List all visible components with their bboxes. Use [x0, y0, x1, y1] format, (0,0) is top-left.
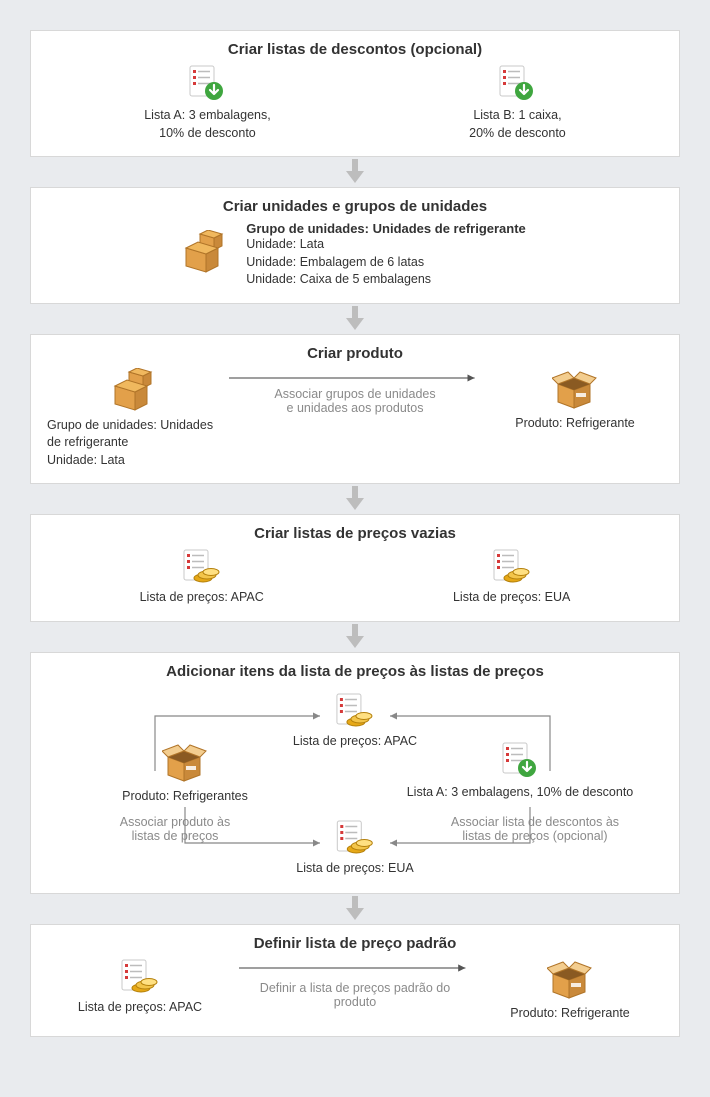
step4-right-label: Lista de preços: EUA [453, 589, 570, 607]
step5-disc-label: Lista A: 3 embalagens, 10% de desconto [395, 784, 645, 802]
arrow-right-icon [225, 368, 485, 388]
card-step-5: Adicionar itens da lista de preços às li… [30, 652, 680, 894]
card-step-6: Definir lista de preço padrão Lista de p… [30, 924, 680, 1038]
step5-title: Adicionar itens da lista de preços às li… [45, 663, 665, 680]
step5-eua-label: Lista de preços: EUA [296, 860, 413, 878]
price-list-icon [181, 548, 223, 589]
step3-title: Criar produto [45, 345, 665, 362]
step1-right: Lista B: 1 caixa, 20% de desconto [469, 64, 566, 142]
price-list-icon [334, 819, 376, 860]
step2-unit1: Unidade: Lata [246, 236, 526, 254]
price-list-icon [119, 958, 161, 999]
step3-left: Grupo de unidades: Unidades de refrigera… [45, 368, 225, 470]
card-step-4: Criar listas de preços vazias Lista de p… [30, 514, 680, 622]
connector-icon [30, 894, 680, 924]
step3-hint-1: Associar grupos de unidades [225, 387, 485, 401]
step4-left: Lista de preços: APAC [140, 548, 264, 607]
step3-right-label: Produto: Refrigerante [485, 415, 665, 433]
step4-right: Lista de preços: EUA [453, 548, 570, 607]
step1-right-line2: 20% de desconto [469, 125, 566, 143]
open-box-icon [547, 958, 593, 1005]
boxes-icon [184, 230, 228, 279]
card-step-3: Criar produto Grupo de unidades: Unidade… [30, 334, 680, 485]
connector-icon [30, 304, 680, 334]
step2-group-label: Grupo de unidades: [246, 221, 369, 236]
price-list-icon [491, 548, 533, 589]
card-step-1: Criar listas de descontos (opcional) Lis… [30, 30, 680, 157]
step6-right-label: Produto: Refrigerante [475, 1005, 665, 1023]
step6-right: Produto: Refrigerante [475, 958, 665, 1023]
discount-list-icon [497, 64, 537, 107]
step4-title: Criar listas de preços vazias [45, 525, 665, 542]
arrow-right-icon [235, 958, 475, 978]
connector-icon [30, 622, 680, 652]
step2-group-value: Unidades de refrigerante [373, 221, 526, 236]
price-list-icon [334, 692, 376, 733]
step2-unit2: Unidade: Embalagem de 6 latas [246, 254, 526, 272]
card-step-2: Criar unidades e grupos de unidades Grup… [30, 187, 680, 304]
open-box-icon [162, 741, 208, 788]
discount-list-icon [187, 64, 227, 107]
step3-left-line1: Grupo de unidades: Unidades [47, 417, 225, 435]
step6-left-label: Lista de preços: APAC [45, 999, 235, 1017]
step1-title: Criar listas de descontos (opcional) [45, 41, 665, 58]
step5-hint-right-1: Associar lista de descontos às [425, 815, 645, 829]
step2-unit3: Unidade: Caixa de 5 embalagens [246, 271, 526, 289]
step5-hint-right-2: listas de preços (opcional) [425, 829, 645, 843]
step6-hint-2: produto [235, 995, 475, 1009]
step5-eua: Lista de preços: EUA [296, 819, 413, 878]
step6-title: Definir lista de preço padrão [45, 935, 665, 952]
step6-mid: Definir a lista de preços padrão do prod… [235, 958, 475, 1009]
step5-hint-left-1: Associar produto às [75, 815, 275, 829]
connector-icon [30, 484, 680, 514]
step3-right: Produto: Refrigerante [485, 368, 665, 433]
step5-hint-left-2: listas de preços [75, 829, 275, 843]
open-box-icon [552, 368, 598, 415]
step3-left-line2: de refrigerante [47, 434, 225, 452]
step3-left-line3: Unidade: Lata [47, 452, 225, 470]
step3-hint-2: e unidades aos produtos [225, 401, 485, 415]
step6-hint-1: Definir a lista de preços padrão do [235, 981, 475, 995]
step1-left: Lista A: 3 embalagens, 10% de desconto [144, 64, 270, 142]
step2-title: Criar unidades e grupos de unidades [45, 198, 665, 215]
step1-left-line2: 10% de desconto [144, 125, 270, 143]
boxes-icon [113, 368, 157, 417]
step3-mid: Associar grupos de unidades e unidades a… [225, 368, 485, 415]
step2-text: Grupo de unidades: Unidades de refrigera… [246, 221, 526, 289]
step1-left-line1: Lista A: 3 embalagens, [144, 107, 270, 125]
step5-product: Produto: Refrigerantes [105, 741, 265, 806]
step4-left-label: Lista de preços: APAC [140, 589, 264, 607]
discount-list-icon [500, 741, 540, 784]
step5-discount: Lista A: 3 embalagens, 10% de desconto [395, 741, 645, 802]
step6-left: Lista de preços: APAC [45, 958, 235, 1017]
connector-icon [30, 157, 680, 187]
step1-right-line1: Lista B: 1 caixa, [469, 107, 566, 125]
